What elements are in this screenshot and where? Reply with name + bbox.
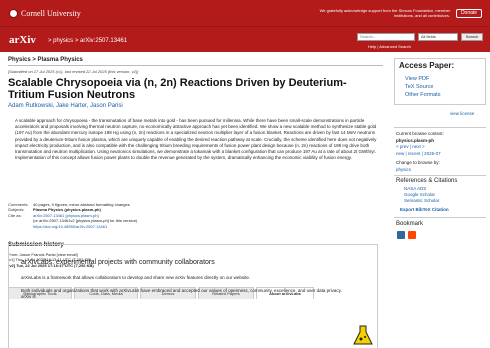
search-input[interactable]: Search... <box>357 33 415 41</box>
arxivlabs-text-2: Both individuals and organizations that … <box>21 288 342 299</box>
top-header: Cornell University We gratefully acknowl… <box>0 0 490 26</box>
nasa-ads-link[interactable]: NASA ADS <box>404 186 426 191</box>
support-text: We gratefully acknowledge support from t… <box>319 8 450 18</box>
subject-heading: Physics > Plasma Physics <box>8 57 83 63</box>
divider <box>394 175 486 176</box>
reddit-icon[interactable] <box>408 231 416 239</box>
arxiv-logo[interactable]: arXiv <box>9 34 36 46</box>
cornell-logo[interactable]: Cornell University <box>9 9 81 18</box>
sidebar: Access Paper: View PDF TeX Source Other … <box>394 55 486 348</box>
nav-bar: arXiv > physics > arXiv:2507.13461 Searc… <box>0 26 490 52</box>
other-formats-link[interactable]: Other Formats <box>405 92 440 98</box>
divider <box>394 127 486 128</box>
google-scholar-link[interactable]: Google Scholar <box>404 192 435 197</box>
search-button[interactable]: Search <box>461 33 483 41</box>
browse-context-label: Current browse context: <box>396 131 444 136</box>
paper-metadata: Comments: 40 pages, 9 figures; minor abs… <box>8 202 378 229</box>
arxivlabs-title: arXivLabs: experimental projects with co… <box>21 259 215 266</box>
paper-authors[interactable]: Adam Rutkowski, Jake Harter, Jason Paris… <box>8 103 123 109</box>
change-browse-label: Change to browse by: <box>396 160 440 165</box>
browse-prev-next[interactable]: < prev | next > <box>396 144 425 149</box>
divider <box>8 65 383 66</box>
paper-abstract: A scalable approach for chrysopoeia - th… <box>15 118 377 161</box>
flask-icon <box>353 325 373 345</box>
doi-row: https://doi.org/10.48550/arXiv.2507.1346… <box>8 224 378 229</box>
cornell-seal-icon <box>9 9 18 18</box>
arxivlabs-text: arXivLabs is a framework that allows col… <box>21 275 251 280</box>
submission-dateline: [Submitted on 17 Jul 2025 (v1), last rev… <box>8 69 139 74</box>
tex-source-link[interactable]: TeX Source <box>405 84 433 90</box>
license-link[interactable]: view license <box>450 111 474 116</box>
tab-panel: arXivLabs: experimental projects with co… <box>8 244 378 348</box>
breadcrumb[interactable]: > physics > arXiv:2507.13461 <box>48 38 127 44</box>
access-paper-box: Access Paper: View PDF TeX Source Other … <box>394 58 486 105</box>
change-browse-link[interactable]: physics <box>396 167 411 172</box>
access-paper-title: Access Paper: <box>399 61 455 70</box>
main-content: Physics > Plasma Physics [Submitted on 1… <box>0 55 385 348</box>
bibsonomy-icon[interactable] <box>397 231 405 239</box>
search-field-select[interactable]: All fields <box>418 33 458 41</box>
export-bibtex-link[interactable]: Export BibTeX Citation <box>400 207 449 212</box>
doi-link[interactable]: https://doi.org/10.48550/arXiv.2507.1346… <box>33 224 378 229</box>
institution-name: Cornell University <box>21 9 81 18</box>
help-links[interactable]: Help | Advanced Search <box>368 44 411 49</box>
view-pdf-link[interactable]: View PDF <box>405 76 429 82</box>
paper-title: Scalable Chrysopoeia via (n, 2n) Reactio… <box>8 77 347 101</box>
donate-button[interactable]: Donate <box>456 9 482 18</box>
semantic-scholar-link[interactable]: Semantic Scholar <box>404 198 439 203</box>
bookmark-title: Bookmark <box>396 221 424 227</box>
browse-new-recent[interactable]: new | recent | 2025-07 <box>396 151 441 156</box>
references-title: References & Citations <box>396 178 458 184</box>
divider <box>394 217 486 218</box>
browse-context-value: physics.plasm-ph <box>396 138 435 143</box>
